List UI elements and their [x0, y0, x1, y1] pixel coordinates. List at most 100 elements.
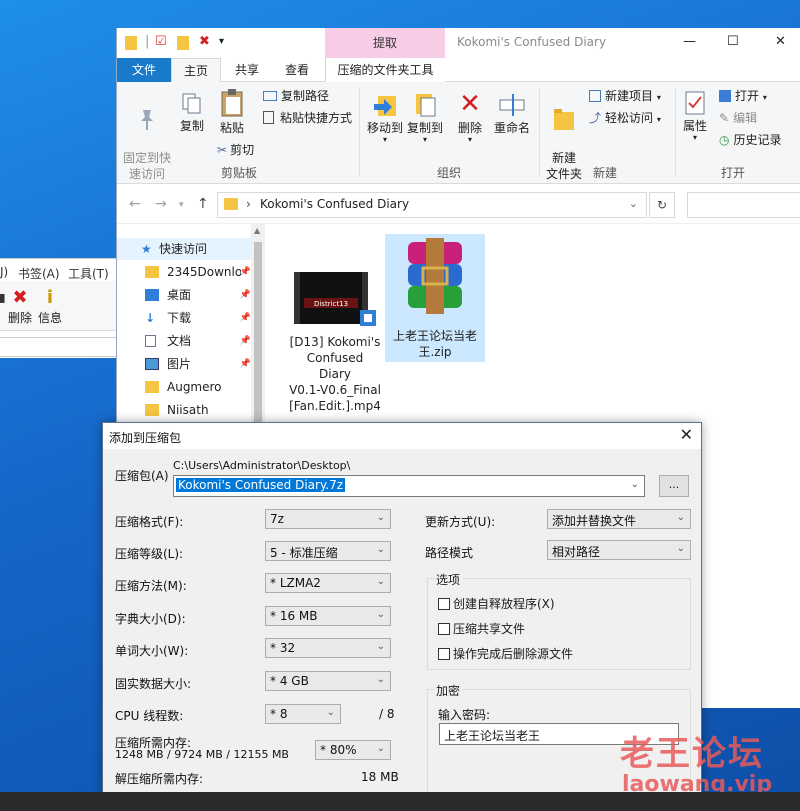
chevron-right-icon: › [246, 197, 251, 211]
update-mode-select[interactable]: 添加并替换文件 ⌄ [547, 509, 691, 529]
level-select[interactable]: 5 - 标准压缩 ⌄ [265, 541, 391, 561]
checkbox-box [438, 623, 450, 635]
scroll-up-icon[interactable]: ▲ [254, 226, 260, 235]
copy-path-icon [263, 91, 277, 101]
cpu-threads-select[interactable]: * 8 ⌄ [265, 704, 341, 724]
solid-size-select[interactable]: * 4 GB ⌄ [265, 671, 391, 691]
copy-to-button[interactable]: 复制到 ▾ [407, 90, 443, 144]
paste-label: 粘贴 [219, 121, 244, 135]
disk-tool-button[interactable]: ▪ [0, 287, 6, 309]
delete-tool-button[interactable]: ✖ 删除 [8, 287, 32, 326]
nav-item-downloads[interactable]: ↓ 下载 📌 [117, 307, 251, 329]
forward-icon[interactable]: → [155, 196, 167, 212]
nav-item-2345downloads[interactable]: 2345Downlo 📌 [117, 261, 251, 283]
nav-item-label: 文档 [167, 334, 192, 348]
new-folder-button[interactable]: 新建 文件夹 [545, 90, 583, 182]
nav-item-pictures[interactable]: 图片 📌 [117, 353, 251, 375]
minimize-icon[interactable]: — [683, 34, 696, 49]
tab-compressed-tools[interactable]: 压缩的文件夹工具 [325, 58, 445, 82]
back-icon[interactable]: ← [129, 196, 141, 212]
pin-icon: 📌 [239, 359, 251, 369]
desktop-icon [145, 289, 159, 301]
close-icon[interactable]: ✕ [680, 425, 693, 444]
solid-size-value: * 4 GB [270, 674, 309, 688]
chevron-down-icon[interactable]: ⌄ [629, 197, 638, 210]
organize-group-label: 组织 [437, 166, 462, 180]
copy-button[interactable]: 复制 [177, 92, 207, 134]
recent-locations-icon[interactable]: ▾ [179, 200, 184, 210]
file-item-video[interactable]: District13 [D13] Kokomi's Confused Diary… [289, 268, 381, 414]
history-button[interactable]: ◷ 历史记录 [719, 132, 782, 148]
info-icon: i [46, 287, 54, 308]
new-item-button[interactable]: 新建项目 ▾ [589, 88, 661, 106]
nav-item-documents[interactable]: 文档 📌 [117, 330, 251, 352]
update-mode-label: 更新方式(U): [425, 515, 496, 529]
nav-item-quick-access[interactable]: ★ 快速访问 [117, 238, 251, 260]
edit-label: 编辑 [733, 111, 758, 125]
file-item-zip[interactable]: 上老王论坛当老 王.zip [385, 234, 485, 362]
copy-path-button[interactable]: 复制路径 [263, 88, 329, 104]
word-size-select[interactable]: * 32 ⌄ [265, 638, 391, 658]
edit-button[interactable]: ✎ 编辑 [719, 110, 757, 126]
nav-item-augmero[interactable]: Augmero [117, 376, 251, 398]
scroll-thumb[interactable] [254, 242, 262, 442]
menu-item-tools[interactable]: 工具(T) [68, 265, 109, 282]
delete-button[interactable]: ✕ 删除 ▾ [455, 90, 485, 144]
compress-shared-checkbox[interactable]: 压缩共享文件 [438, 620, 525, 637]
paste-button[interactable]: 粘贴 [215, 88, 249, 136]
file-name: 上老王论坛当老 王.zip [392, 329, 477, 359]
nav-item-label: 下载 [167, 311, 192, 325]
delete-icon[interactable]: ✖ [199, 34, 210, 49]
nav-item-niisath[interactable]: Niisath [117, 399, 251, 421]
memory-percent-select[interactable]: * 80% ⌄ [315, 740, 391, 760]
menu-item-bookmarks[interactable]: 书签(A) [18, 265, 60, 282]
close-icon[interactable]: ✕ [775, 34, 786, 49]
open-button[interactable]: 打开 ▾ [719, 88, 767, 106]
dictionary-select[interactable]: * 16 MB ⌄ [265, 606, 391, 626]
archive-name-input[interactable]: Kokomi's Confused Diary.7z ⌄ [173, 475, 645, 497]
address-path: Kokomi's Confused Diary [260, 197, 410, 211]
move-to-button[interactable]: 移动到 ▾ [367, 90, 403, 144]
create-sfx-checkbox[interactable]: 创建自释放程序(X) [438, 595, 555, 612]
dictionary-label: 字典大小(D): [115, 612, 186, 626]
rename-button[interactable]: 重命名 [493, 90, 531, 136]
tab-view[interactable]: 查看 [273, 58, 321, 82]
pin-quick-access-button[interactable]: 固定到快 速访问 [121, 92, 173, 182]
background-input[interactable] [0, 337, 118, 357]
up-icon[interactable]: ↑ [197, 196, 209, 212]
cut-button[interactable]: ✂ 剪切 [217, 142, 254, 158]
tab-home[interactable]: 主页 [171, 58, 221, 82]
method-select[interactable]: * LZMA2 ⌄ [265, 573, 391, 593]
password-label: 输入密码: [438, 708, 491, 722]
properties-icon[interactable]: ☑ [155, 34, 167, 49]
new-folder-label: 新建 文件夹 [545, 151, 582, 181]
delete-icon: ✕ [459, 89, 481, 119]
new-folder-icon[interactable] [177, 36, 189, 50]
chevron-down-icon: ⌄ [376, 743, 385, 754]
properties-button[interactable]: 属性 ▾ [681, 90, 709, 142]
memory-percent-value: * 80% [320, 743, 357, 757]
tab-extract[interactable]: 提取 [325, 28, 445, 58]
cpu-threads-value: * 8 [270, 707, 288, 721]
easy-access-button[interactable]: ⤴ 轻松访问 ▾ [589, 110, 661, 128]
search-input[interactable] [687, 192, 800, 218]
tab-share[interactable]: 共享 [223, 58, 271, 82]
archive-directory: C:\Users\Administrator\Desktop\ [173, 459, 351, 472]
delete-after-checkbox[interactable]: 操作完成后删除源文件 [438, 645, 573, 662]
address-bar[interactable]: › Kokomi's Confused Diary ⌄ [217, 192, 647, 218]
tab-file[interactable]: 文件 [117, 58, 171, 82]
nav-item-label: Niisath [167, 403, 209, 417]
menu-item-1[interactable]: J) [0, 265, 8, 279]
nav-item-desktop[interactable]: 桌面 📌 [117, 284, 251, 306]
chevron-down-icon[interactable]: ▾ [219, 36, 224, 47]
paste-shortcut-button[interactable]: 粘贴快捷方式 [263, 110, 352, 126]
info-tool-button[interactable]: i 信息 [38, 287, 62, 326]
browse-button[interactable]: ... [659, 475, 689, 497]
refresh-button[interactable]: ↻ [649, 192, 675, 218]
maximize-icon[interactable]: ☐ [727, 34, 739, 49]
video-thumbnail-text: District13 [314, 300, 348, 308]
chevron-down-icon[interactable]: ⌄ [631, 479, 639, 490]
winrar-archive-icon [408, 238, 462, 314]
path-mode-select[interactable]: 相对路径 ⌄ [547, 540, 691, 560]
format-select[interactable]: 7z ⌄ [265, 509, 391, 529]
